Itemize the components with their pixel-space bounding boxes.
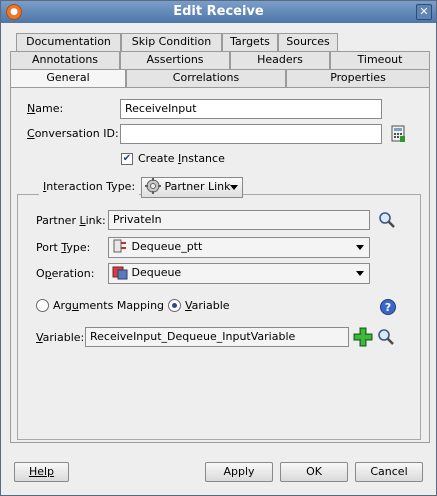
tab-skip-condition[interactable]: Skip Condition bbox=[121, 33, 222, 51]
partner-link-field[interactable]: PrivateIn bbox=[108, 210, 370, 230]
tab-targets[interactable]: Targets bbox=[222, 33, 278, 51]
operation-icon bbox=[112, 266, 128, 280]
interaction-group bbox=[17, 194, 421, 440]
cancel-button[interactable]: Cancel bbox=[355, 462, 423, 482]
title-bar: ● Edit Receive ✕ bbox=[1, 1, 436, 23]
operation-label: Operation: bbox=[36, 267, 95, 280]
tab-annotations[interactable]: Annotations bbox=[10, 51, 120, 69]
create-instance-label: Create Instance bbox=[138, 152, 225, 165]
svg-text:?: ? bbox=[385, 301, 391, 314]
variable-radio-label: Variable bbox=[185, 299, 230, 312]
ok-button-label: OK bbox=[306, 465, 322, 478]
tab-headers[interactable]: Headers bbox=[230, 51, 330, 69]
interaction-type-dropdown[interactable]: Partner Link bbox=[141, 177, 243, 198]
tab-documentation[interactable]: Documentation bbox=[16, 33, 121, 51]
variable-field[interactable]: ReceiveInput_Dequeue_InputVariable bbox=[85, 327, 349, 347]
ok-button[interactable]: OK bbox=[280, 462, 348, 482]
name-field[interactable]: ReceiveInput bbox=[120, 99, 382, 119]
conversation-id-field[interactable] bbox=[120, 124, 382, 144]
name-label: Name: bbox=[27, 102, 64, 115]
edit-receive-dialog: ● Edit Receive ✕ Documentation Skip Cond… bbox=[0, 0, 437, 496]
tab-general[interactable]: General bbox=[10, 69, 126, 88]
tab-timeout[interactable]: Timeout bbox=[330, 51, 430, 69]
variable-search-icon[interactable] bbox=[377, 328, 395, 346]
tab-correlations[interactable]: Correlations bbox=[126, 69, 286, 87]
variable-radio[interactable] bbox=[168, 299, 181, 312]
cancel-button-label: Cancel bbox=[370, 465, 408, 478]
port-type-icon bbox=[113, 239, 126, 253]
arguments-mapping-label: Arguments Mapping bbox=[53, 299, 165, 312]
help-button[interactable]: Help bbox=[14, 462, 69, 482]
expression-builder-icon[interactable] bbox=[390, 125, 408, 143]
operation-value: Dequeue bbox=[131, 266, 182, 279]
help-button-label: Help bbox=[28, 465, 55, 478]
port-type-dropdown[interactable]: Dequeue_ptt bbox=[108, 237, 370, 258]
conversation-id-label: Conversation ID: bbox=[27, 127, 119, 140]
create-instance-checkbox[interactable]: ✔ bbox=[121, 153, 133, 165]
interaction-type-legend: Interaction Type: bbox=[39, 177, 140, 201]
arguments-mapping-radio[interactable] bbox=[36, 299, 49, 312]
partner-link-icon bbox=[145, 178, 161, 194]
variable-label: Variable: bbox=[36, 331, 85, 344]
interaction-type-value: Partner Link bbox=[164, 180, 231, 193]
add-variable-icon[interactable] bbox=[353, 327, 373, 347]
apply-button-label: Apply bbox=[223, 465, 255, 478]
apply-button[interactable]: Apply bbox=[205, 462, 273, 482]
operation-dropdown[interactable]: Dequeue bbox=[108, 263, 370, 284]
interaction-type-label: Interaction Type: bbox=[43, 180, 136, 193]
tab-assertions[interactable]: Assertions bbox=[120, 51, 230, 69]
port-type-value: Dequeue_ptt bbox=[131, 240, 203, 253]
close-button[interactable]: ✕ bbox=[416, 4, 432, 20]
help-icon[interactable]: ? bbox=[379, 298, 397, 316]
window-title: Edit Receive bbox=[173, 4, 264, 19]
port-type-label: Port Type: bbox=[36, 241, 91, 254]
partner-link-label: Partner Link: bbox=[36, 214, 106, 227]
partner-link-search-icon[interactable] bbox=[378, 211, 396, 229]
tab-properties[interactable]: Properties bbox=[286, 69, 430, 87]
tab-sources[interactable]: Sources bbox=[278, 33, 338, 51]
